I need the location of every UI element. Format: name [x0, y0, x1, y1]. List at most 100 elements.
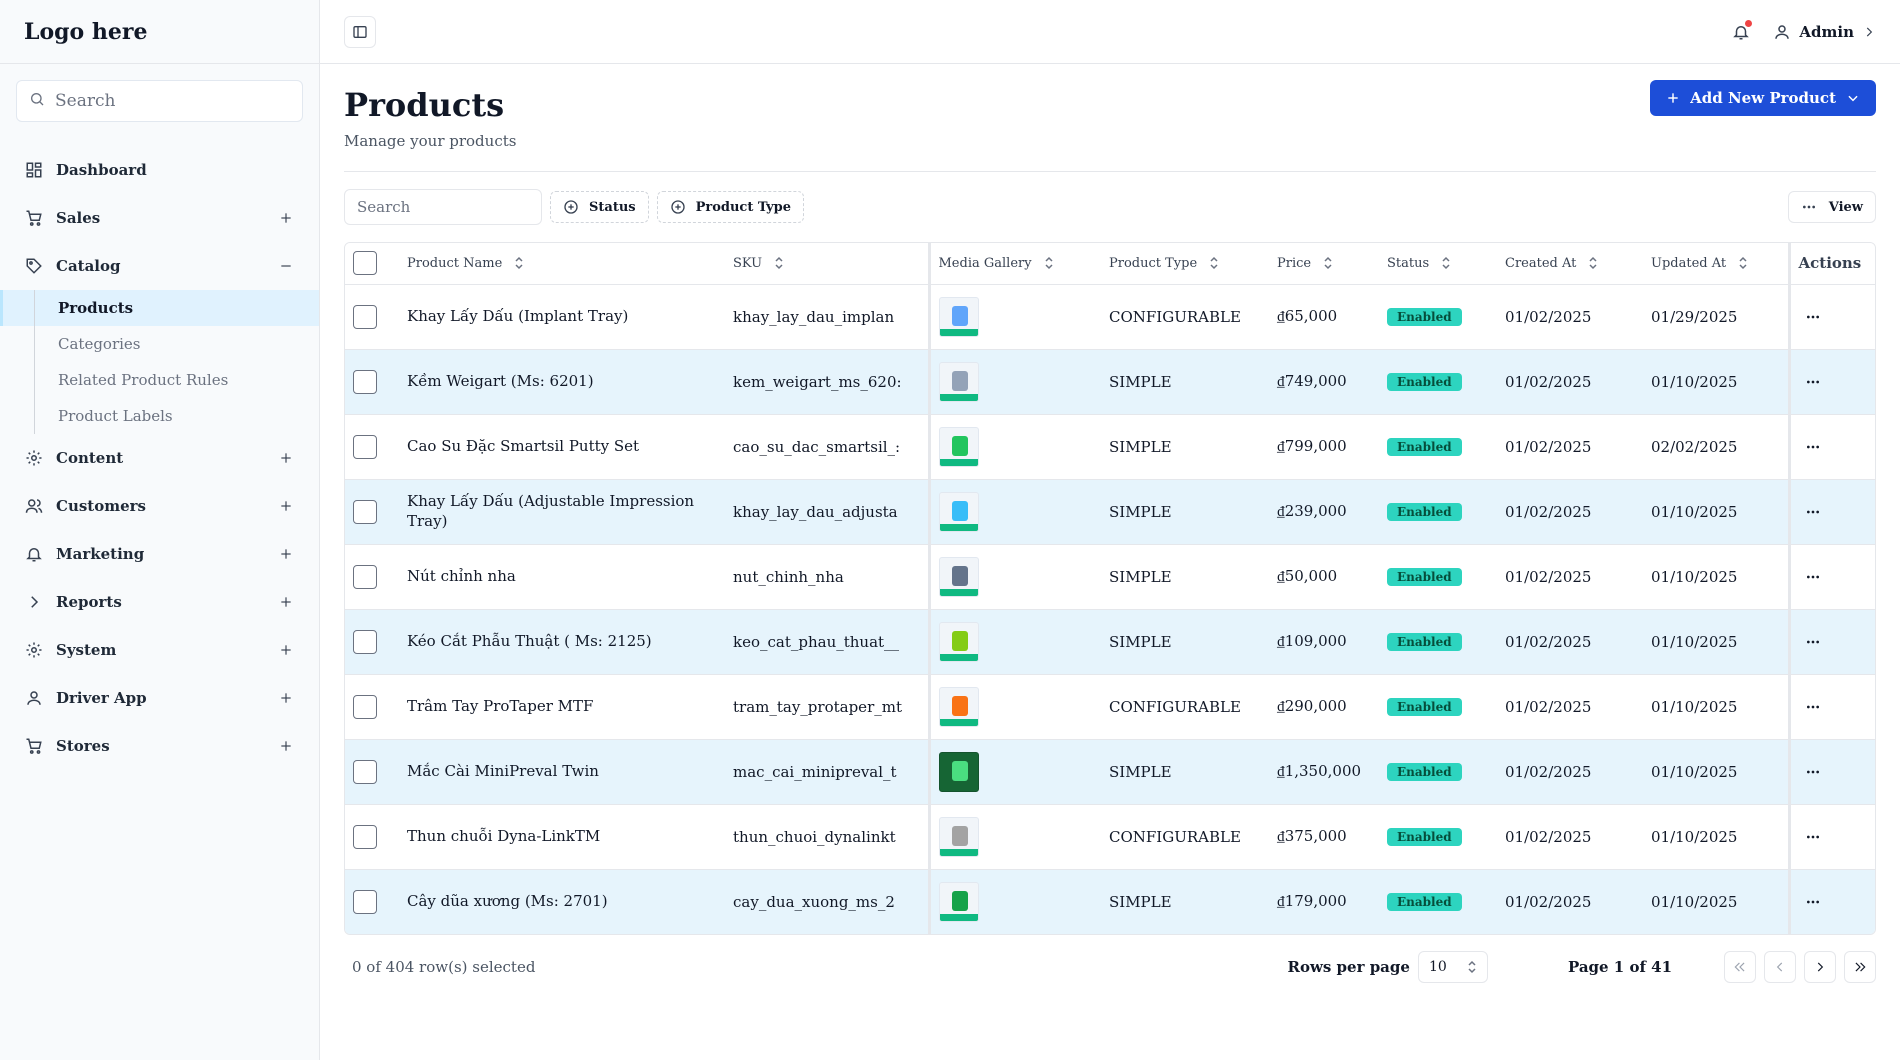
sidebar-item-dashboard[interactable]: Dashboard: [0, 146, 319, 194]
sidebar-item-content[interactable]: Content: [0, 434, 319, 482]
plus-icon[interactable]: [277, 449, 295, 467]
sidebar-item-label: Sales: [56, 209, 101, 227]
sort-icon: [1044, 256, 1054, 270]
previous-page-button[interactable]: [1764, 951, 1796, 983]
sidebar-item-reports[interactable]: Reports: [0, 578, 319, 626]
row-actions-button[interactable]: [1799, 303, 1827, 331]
sidebar-nav: Dashboard Sales Catalog Products Categor…: [0, 146, 319, 770]
column-header-type[interactable]: Product Type: [1101, 243, 1269, 285]
pagination: Rows per page 10 Page 1 of 41: [1287, 951, 1876, 983]
row-actions-button[interactable]: [1799, 563, 1827, 591]
row-checkbox[interactable]: [353, 759, 377, 784]
row-checkbox[interactable]: [353, 824, 377, 849]
table-row[interactable]: Mắc Cài MiniPreval Twin mac_cai_minipreva…: [345, 739, 1875, 805]
last-page-button[interactable]: [1844, 951, 1876, 983]
table-row[interactable]: Cây dũa xương (Ms: 2701) cay_dua_xuong_ms…: [345, 869, 1875, 934]
product-thumbnail[interactable]: [938, 296, 979, 337]
table-row[interactable]: Khay Lấy Dấu (Adjustable Impression Tray…: [345, 479, 1875, 545]
next-page-button[interactable]: [1804, 951, 1836, 983]
row-actions-button[interactable]: [1799, 693, 1827, 721]
sidebar-subitem-categories[interactable]: Categories: [0, 326, 319, 362]
rows-per-page-select[interactable]: 10: [1417, 951, 1488, 983]
product-thumbnail[interactable]: [938, 361, 979, 402]
row-actions-button[interactable]: [1799, 823, 1827, 851]
product-thumbnail[interactable]: [938, 556, 979, 597]
more-horizontal-icon: [1806, 900, 1819, 904]
product-thumbnail[interactable]: [938, 751, 979, 792]
row-checkbox[interactable]: [353, 499, 377, 524]
sidebar-toggle-button[interactable]: [344, 15, 376, 48]
table-row[interactable]: Khay Lấy Dấu (Implant Tray) khay_lay_dau_…: [345, 284, 1875, 350]
plus-icon[interactable]: [277, 737, 295, 755]
table-search-input[interactable]: [344, 189, 542, 225]
plus-icon[interactable]: [277, 593, 295, 611]
created-at-cell: 01/02/2025: [1497, 544, 1643, 610]
row-actions-button[interactable]: [1799, 628, 1827, 656]
table-row[interactable]: Kéo Cắt Phẫu Thuật ( Ms: 2125) keo_cat_ph…: [345, 609, 1875, 675]
table-row[interactable]: Thun chuỗi Dyna-LinkTM thun_chuoi_dynalin…: [345, 804, 1875, 870]
sidebar-item-customers[interactable]: Customers: [0, 482, 319, 530]
minus-icon[interactable]: [277, 257, 295, 275]
sidebar-subitem-related-rules[interactable]: Related Product Rules: [0, 362, 319, 398]
column-label: Price: [1277, 255, 1312, 271]
column-header-created[interactable]: Created At: [1497, 243, 1643, 285]
plus-icon[interactable]: [277, 209, 295, 227]
row-checkbox[interactable]: [353, 629, 377, 654]
column-header-media[interactable]: Media Gallery: [929, 243, 1101, 285]
table-row[interactable]: Cao Su Đặc Smartsil Putty Set cao_su_dac_…: [345, 414, 1875, 480]
plus-icon[interactable]: [277, 497, 295, 515]
plus-icon[interactable]: [277, 641, 295, 659]
sidebar-item-system[interactable]: System: [0, 626, 319, 674]
product-name-cell: Nút chỉnh nha: [399, 544, 725, 610]
column-header-sku[interactable]: SKU: [725, 243, 931, 285]
product-type-filter-label: Product Type: [695, 199, 792, 215]
price-cell: ₫50,000: [1269, 544, 1379, 610]
sidebar-item-catalog[interactable]: Catalog: [0, 242, 319, 290]
select-all-checkbox[interactable]: [353, 251, 377, 276]
table-row[interactable]: Trâm Tay ProTaper MTF tram_tay_protaper_m…: [345, 674, 1875, 740]
sidebar-item-marketing[interactable]: Marketing: [0, 530, 319, 578]
row-checkbox[interactable]: [353, 369, 377, 394]
plus-icon[interactable]: [277, 689, 295, 707]
row-actions-button[interactable]: [1799, 368, 1827, 396]
product-type-filter-button[interactable]: Product Type: [656, 191, 805, 223]
column-header-price[interactable]: Price: [1269, 243, 1379, 285]
row-checkbox[interactable]: [353, 564, 377, 589]
product-thumbnail[interactable]: [938, 426, 979, 467]
plus-icon[interactable]: [277, 545, 295, 563]
column-header-updated[interactable]: Updated At: [1643, 243, 1789, 285]
add-new-product-button[interactable]: Add New Product: [1650, 80, 1876, 116]
notifications-button[interactable]: [1729, 19, 1753, 44]
sidebar-subitem-product-labels[interactable]: Product Labels: [0, 398, 319, 434]
row-actions-button[interactable]: [1799, 888, 1827, 916]
row-checkbox[interactable]: [353, 304, 377, 329]
product-thumbnail[interactable]: [938, 816, 979, 857]
user-menu[interactable]: Admin: [1773, 23, 1876, 41]
row-checkbox[interactable]: [353, 434, 377, 459]
sidebar-item-sales[interactable]: Sales: [0, 194, 319, 242]
row-actions-button[interactable]: [1799, 498, 1827, 526]
table-row[interactable]: Kềm Weigart (Ms: 6201) kem_weigart_ms_620…: [345, 349, 1875, 415]
sidebar-item-stores[interactable]: Stores: [0, 722, 319, 770]
sidebar-item-driver-app[interactable]: Driver App: [0, 674, 319, 722]
first-page-button[interactable]: [1724, 951, 1756, 983]
sidebar-subitem-products[interactable]: Products: [0, 290, 319, 326]
column-header-actions: Actions: [1787, 243, 1875, 285]
sidebar-search-input[interactable]: [55, 91, 290, 111]
row-checkbox[interactable]: [353, 694, 377, 719]
product-thumbnail[interactable]: [938, 621, 979, 662]
price-cell: ₫65,000: [1269, 284, 1379, 350]
users-icon: [24, 496, 44, 516]
column-header-status[interactable]: Status: [1379, 243, 1497, 285]
status-filter-button[interactable]: Status: [550, 191, 649, 223]
table-row[interactable]: Nút chỉnh nha nut_chinh_nha SIMPLE ₫50,000 E…: [345, 544, 1875, 610]
column-header-name[interactable]: Product Name: [399, 243, 725, 285]
product-thumbnail[interactable]: [938, 491, 979, 532]
sort-icon: [774, 256, 784, 270]
row-actions-button[interactable]: [1799, 758, 1827, 786]
product-thumbnail[interactable]: [938, 881, 979, 922]
product-thumbnail[interactable]: [938, 686, 979, 727]
row-checkbox[interactable]: [353, 889, 377, 914]
row-actions-button[interactable]: [1799, 433, 1827, 461]
view-options-button[interactable]: View: [1787, 191, 1876, 223]
